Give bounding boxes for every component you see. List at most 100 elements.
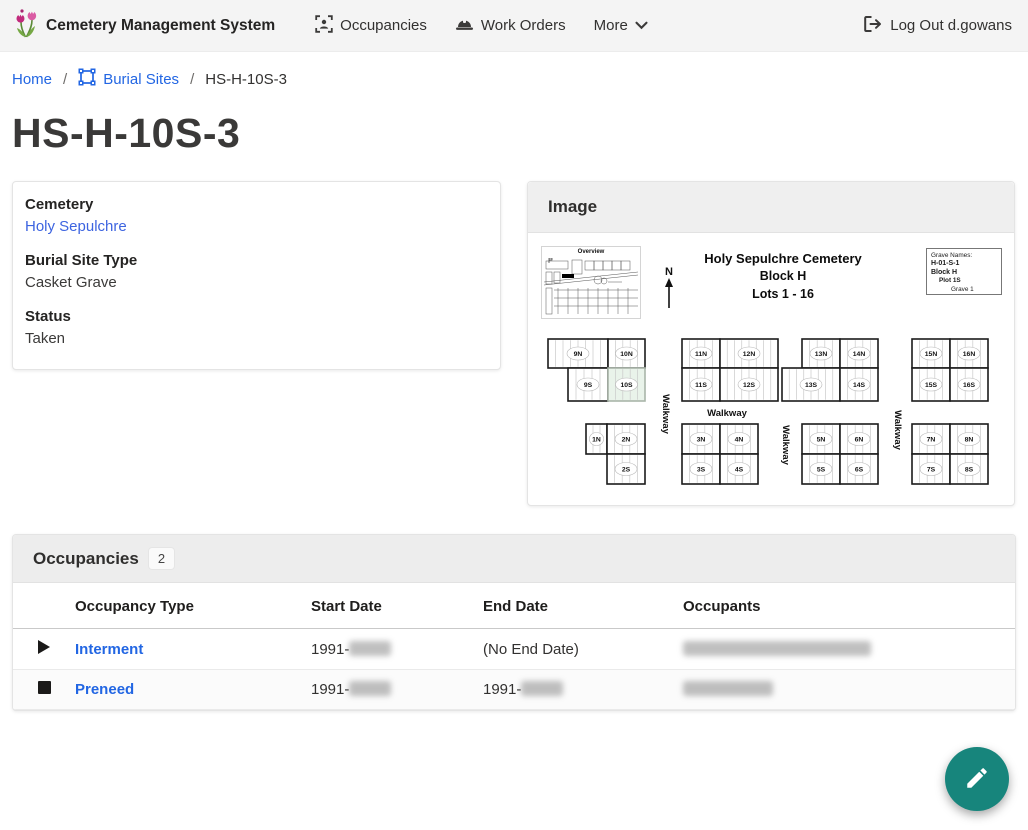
field-label: Burial Site Type [25,252,488,269]
walkway-label: Walkway [892,410,903,450]
redacted-occupant [683,641,871,656]
app-brand[interactable]: Cemetery Management System [14,8,275,43]
column-header-status [13,583,75,629]
start-date-prefix: 1991- [311,681,349,698]
nav-item-more[interactable]: More [580,0,662,52]
svg-text:11S: 11S [695,382,707,389]
map-plot-7n: 7N [912,424,950,454]
nav-item-label: Work Orders [481,17,566,34]
occupancies-title: Occupancies [33,549,139,569]
nav-item-label: More [594,17,628,34]
plot-grid: 9N 10N 9S 10S 11N 12N 11S 12S 13N 14N 13S 14S 15N 16N… [539,242,1003,494]
svg-text:11N: 11N [695,351,707,358]
svg-text:13S: 13S [805,382,818,389]
field-value: Taken [25,330,488,347]
map-plot-2n: 2N [607,424,645,454]
details-card: Cemetery Holy Sepulchre Burial Site Type… [12,181,501,370]
pencil-icon [964,765,990,794]
map-plot-3n: 3N [682,424,720,454]
chevron-down-icon [635,17,648,34]
end-date-prefix: 1991- [483,681,521,698]
occupancies-section: Occupancies 2 Occupancy Type Start Date … [12,534,1016,711]
edit-fab-button[interactable] [945,747,1009,811]
burial-site-icon [78,68,96,90]
redacted-occupant [683,681,773,696]
table-header-row: Occupancy Type Start Date End Date Occup… [13,583,1015,629]
map-plot-15n: 15N [912,339,950,368]
preneed-link[interactable]: Preneed [75,681,134,698]
map-plot-8n: 8N [950,424,988,454]
svg-text:9S: 9S [584,382,593,389]
map-plot-15s: 15S [912,368,950,401]
map-plot-9s: 9S [568,368,608,401]
svg-text:5S: 5S [817,466,826,473]
cemetery-block-map[interactable]: Overview [539,242,1003,494]
field-cemetery: Cemetery Holy Sepulchre [25,196,488,235]
interment-link[interactable]: Interment [75,641,143,658]
top-navbar: Cemetery Management System Occupancies W… [0,0,1028,52]
image-card-body: Overview [528,233,1014,505]
map-plot-7s: 7S [912,454,950,484]
work-orders-icon [455,16,474,36]
map-plot-5n: 5N [802,424,840,454]
breadcrumb-separator: / [63,71,67,88]
svg-text:16N: 16N [963,351,976,358]
map-plot-12s: 12S [720,368,778,401]
tulip-logo-icon [14,8,38,43]
map-plot-16s: 16S [950,368,988,401]
map-plot-5s: 5S [802,454,840,484]
logout-button[interactable]: Log Out d.gowans [861,15,1014,37]
cards-row: Cemetery Holy Sepulchre Burial Site Type… [0,181,1028,506]
map-plot-4s: 4S [720,454,758,484]
svg-text:14N: 14N [853,351,866,358]
breadcrumb-burial-sites-link[interactable]: Burial Sites [78,68,179,90]
svg-text:4S: 4S [735,466,744,473]
occupancies-header: Occupancies 2 [13,535,1015,583]
column-header-type: Occupancy Type [75,583,311,629]
svg-text:6N: 6N [855,436,864,443]
map-plot-11n: 11N [682,339,720,368]
nav-item-work-orders[interactable]: Work Orders [441,0,580,52]
field-burial-site-type: Burial Site Type Casket Grave [25,252,488,291]
field-label: Cemetery [25,196,488,213]
map-plot-4n: 4N [720,424,758,454]
svg-text:10S: 10S [620,382,633,389]
map-plot-3s: 3S [682,454,720,484]
field-label: Status [25,308,488,325]
breadcrumb-burial-sites-label: Burial Sites [103,71,179,88]
cemetery-link[interactable]: Holy Sepulchre [25,218,127,235]
svg-text:12N: 12N [743,351,756,358]
svg-text:1N: 1N [592,436,601,443]
svg-text:12S: 12S [743,382,756,389]
breadcrumb-home-link[interactable]: Home [12,71,52,88]
map-plot-6n: 6N [840,424,878,454]
logout-label: Log Out d.gowans [890,17,1012,34]
stop-icon [38,681,51,694]
nav-item-occupancies[interactable]: Occupancies [301,0,441,52]
svg-text:2N: 2N [622,436,631,443]
map-plot-8s: 8S [950,454,988,484]
map-plot-16n: 16N [950,339,988,368]
image-card: Image Overview [527,181,1015,506]
map-plot-12n: 12N [720,339,778,368]
svg-text:9N: 9N [574,351,583,358]
svg-text:13N: 13N [815,351,828,358]
walkway-label: Walkway [707,408,747,419]
svg-text:14S: 14S [853,382,866,389]
svg-text:3S: 3S [697,466,706,473]
map-plot-14s: 14S [840,368,878,401]
occupancies-table: Occupancy Type Start Date End Date Occup… [13,583,1015,710]
map-plot-10n: 10N [608,339,645,368]
breadcrumb-separator: / [190,71,194,88]
svg-text:7N: 7N [927,436,936,443]
redacted-date [521,681,563,696]
svg-text:8N: 8N [965,436,974,443]
redacted-date [349,641,391,656]
image-card-header: Image [528,182,1014,233]
logout-icon [863,15,882,37]
breadcrumb-current: HS-H-10S-3 [205,71,287,88]
svg-text:15S: 15S [925,382,938,389]
field-status: Status Taken [25,308,488,347]
play-icon [38,640,50,654]
svg-text:7S: 7S [927,466,936,473]
